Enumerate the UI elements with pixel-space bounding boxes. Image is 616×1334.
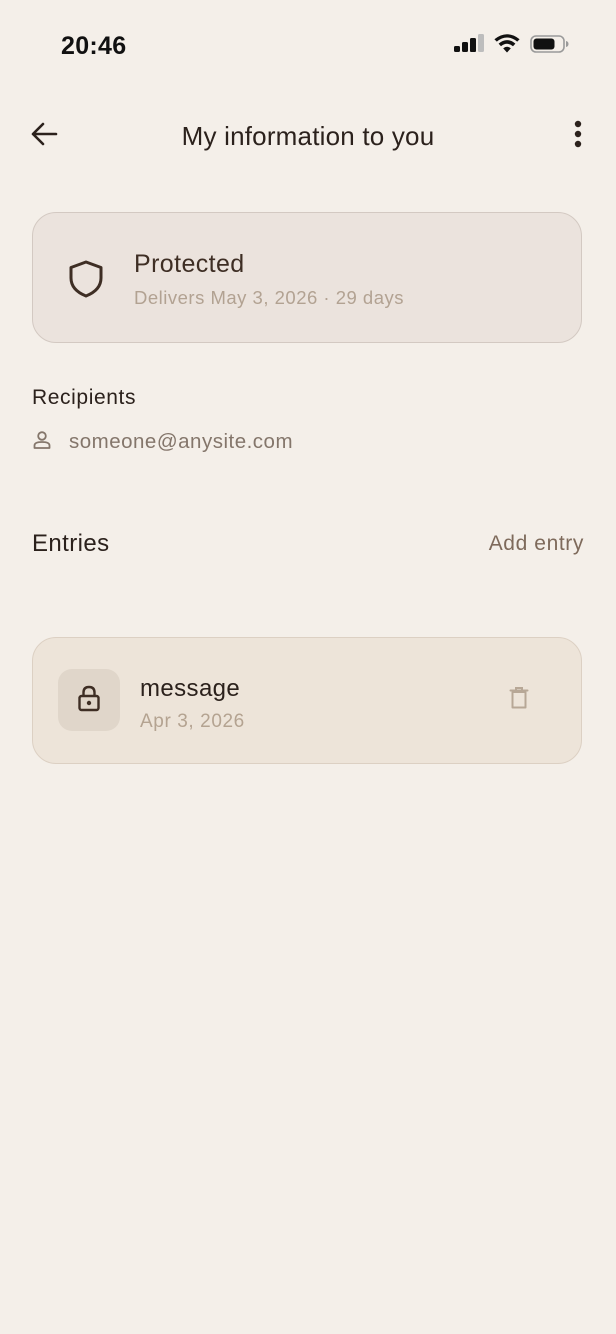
status-bar-icons — [454, 34, 570, 59]
person-icon — [32, 430, 52, 455]
entry-icon-box — [58, 669, 120, 731]
entries-heading: Entries — [32, 530, 110, 557]
battery-icon — [530, 34, 570, 59]
delete-entry-button[interactable] — [499, 680, 539, 720]
entry-card[interactable]: message Apr 3, 2026 — [32, 637, 582, 764]
recipient-email: someone@anysite.com — [69, 430, 294, 453]
recipients-heading: Recipients — [32, 386, 137, 409]
cellular-signal-icon — [454, 34, 484, 59]
more-vertical-icon — [574, 120, 582, 153]
entry-name: message — [140, 675, 241, 702]
status-subtitle: Delivers May 3, 2026 · 29 days — [134, 287, 405, 308]
protection-status-card: Protected Delivers May 3, 2026 · 29 days — [32, 212, 582, 343]
status-title: Protected — [134, 250, 245, 278]
page-title: My information to you — [181, 121, 435, 151]
add-entry-button[interactable]: Add entry — [440, 529, 584, 559]
wifi-icon — [494, 34, 520, 59]
more-options-button[interactable] — [556, 114, 600, 158]
entry-date: Apr 3, 2026 — [140, 711, 245, 732]
trash-icon — [509, 686, 529, 715]
recipient-item: someone@anysite.com — [32, 428, 293, 456]
status-bar-time: 20:46 — [61, 32, 127, 60]
lock-icon — [77, 684, 101, 717]
shield-icon — [67, 259, 105, 304]
